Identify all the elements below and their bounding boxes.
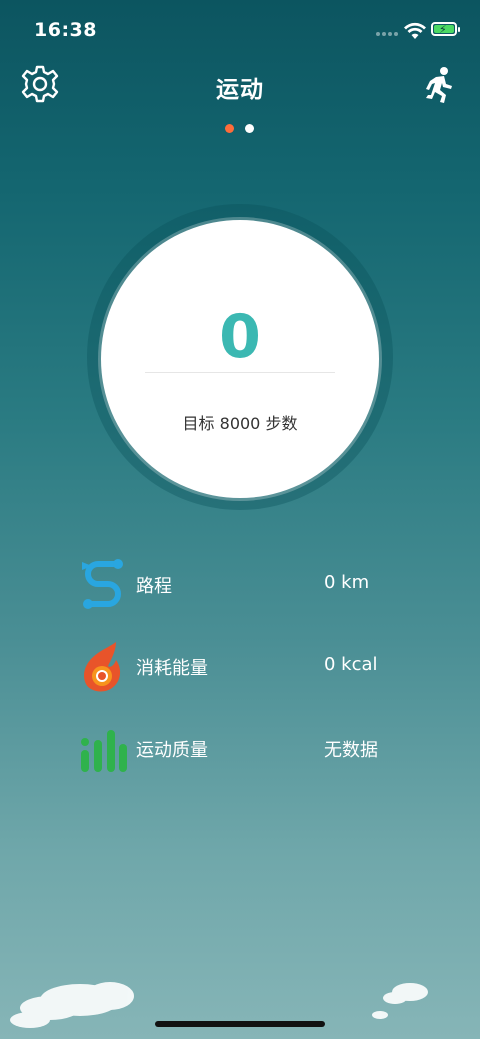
stat-row-energy: 消耗能量 0 kcal [78,638,418,694]
battery-icon: ⚡ [431,22,457,36]
stat-row-distance: 路程 0 km [78,556,418,612]
step-circle[interactable]: 0 目标 8000 步数 [101,220,379,498]
running-person-icon[interactable] [422,66,456,104]
distance-value: 0 km [324,572,370,593]
status-time: 16:38 [34,19,97,41]
wifi-icon [404,22,426,39]
energy-label: 消耗能量 [136,658,208,679]
clouds-decoration [10,982,428,1028]
cellular-signal-icon [376,32,398,38]
page-dot-active[interactable] [225,124,234,133]
flame-icon [84,642,121,692]
step-count: 0 [219,302,261,372]
bar-chart-icon [81,730,127,772]
quality-value: 无数据 [324,740,378,761]
stat-row-quality: 运动质量 无数据 [78,720,418,776]
step-goal: 目标 8000 步数 [182,414,298,433]
energy-value: 0 kcal [324,654,378,675]
status-bar: 16:38 ⚡ [0,0,480,60]
page-dot[interactable] [245,124,254,133]
page-title: 运动 [216,77,264,103]
divider [145,372,335,373]
quality-label: 运动质量 [136,740,208,761]
home-indicator[interactable] [155,1021,325,1027]
page-indicator [225,124,255,134]
route-icon [82,559,123,609]
distance-label: 路程 [136,576,172,597]
